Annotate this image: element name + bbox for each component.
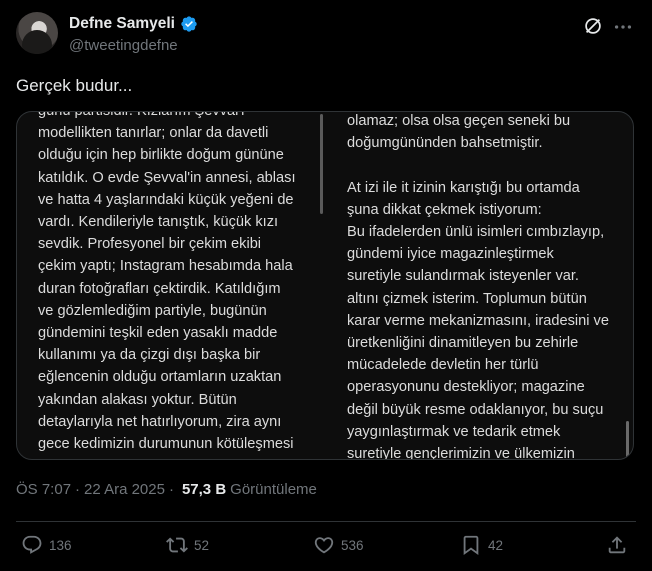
media-text-line: Bu ifadelerden ünlü isimleri cımbızlayıp…	[347, 224, 605, 240]
views-count[interactable]: 57,3 B	[182, 481, 226, 498]
media-text-line: olamaz; olsa olsa geçen seneki bu	[347, 113, 571, 129]
grok-icon[interactable]	[582, 15, 604, 37]
media-text-line: karar verme mekanizmasını, iradesini ve	[347, 312, 609, 329]
media-text-line: katıldık. O evde Şevval'in annesi, ablas…	[38, 169, 296, 186]
media-text-line: üretkenliğini dinamitleyen bu zehirle	[347, 335, 579, 352]
media-text-line: gündemini teşkil eden yasaklı madde	[38, 325, 278, 342]
tweet-text: Gerçek budur...	[16, 76, 133, 95]
media-text-line: vardı. Kendileriyle tanıştık, küçük kızı	[38, 214, 279, 231]
like-icon	[314, 537, 334, 554]
media-text-line: olduğu için hep birlikte doğum gününe	[38, 147, 284, 164]
media-text-line: gece kedimizin durumunun kötüleşmesi	[38, 436, 294, 453]
media-text-line: şuna dikkat çekmek istiyorum:	[347, 201, 542, 218]
media-text-line: yaygınlaştırmak ve tedarik etmek	[347, 423, 561, 440]
display-name[interactable]: Defne Samyeli	[69, 15, 175, 33]
media-text-line: detaylarıyla net hatırlıyorum, zira aynı	[38, 413, 282, 430]
reply-icon	[22, 535, 42, 554]
divider	[16, 521, 636, 522]
verified-badge-icon	[181, 16, 197, 32]
more-icon[interactable]	[612, 16, 634, 38]
share-button[interactable]	[606, 534, 628, 556]
media-text-line: kullanımı ya da çizgi dışı başka bir	[38, 347, 261, 364]
tweet-time[interactable]: ÖS 7:07	[16, 481, 71, 498]
media-text-line: eğlencenin olduğu ortamların uzaktan	[38, 369, 282, 386]
media-text-line: suretiyle gençlerimizin ve ülkemizin	[347, 446, 575, 460]
repost-count: 52	[194, 537, 210, 553]
tweet-header: Defne Samyeli @tweetingdefne	[16, 12, 636, 60]
media-text-line: operasyonunu destekliyor; magazine	[347, 379, 585, 396]
bookmark-button[interactable]: 42	[460, 534, 503, 556]
media-text-line: ve hatta 4 yaşlarındaki küçük yeğeni de	[38, 191, 294, 208]
repost-icon	[166, 537, 188, 553]
media-text-line: değil büyük resme odaklanıyor, bu suçu	[347, 401, 604, 418]
media-text-line: çekim yaptı; Instagram hesabımda hala	[38, 258, 293, 275]
media-right-column: olamaz; olsa olsa geçen seneki bu doğumgü…	[347, 112, 609, 460]
repost-button[interactable]: 52	[166, 534, 209, 556]
meta-separator: ·	[168, 481, 174, 498]
media-text-line: yakından alakası yoktur. Bütün	[38, 391, 237, 408]
media-text-line: At izi ile it izinin karıştığı bu ortamd…	[347, 179, 580, 196]
name-row: Defne Samyeli	[69, 15, 198, 33]
avatar[interactable]	[16, 12, 58, 54]
media-left-column: günü partisidir. Kızlarım Şevval'i modell…	[38, 111, 296, 455]
tweet-media-image[interactable]: günü partisidir. Kızlarım Şevval'i modell…	[16, 111, 634, 460]
like-button[interactable]: 536	[313, 534, 364, 556]
media-text-line: gündemi iyice magazinleştirmek	[347, 246, 554, 263]
bookmark-count: 42	[488, 537, 504, 553]
media-right-scrollbar	[626, 421, 629, 459]
action-bar: 136 52 536 42	[16, 530, 636, 564]
media-text-line: sevdik. Profesyonel bir çekim ekibi	[38, 236, 262, 253]
tweet-date[interactable]: 22 Ara 2025	[84, 481, 165, 498]
share-icon	[608, 536, 626, 554]
media-text-line: altını çizmek isterim. Toplumun bütün	[347, 290, 587, 307]
media-text-line: modellikten tanırlar; onlar da davetli	[38, 125, 269, 142]
like-count: 536	[341, 537, 364, 553]
reply-count: 136	[49, 537, 72, 553]
media-text-line: duran fotoğrafları çektirdik. Katıldığım	[38, 280, 281, 297]
media-text-line: doğumgününden bahsetmiştir.	[347, 135, 543, 152]
views-label: Görüntüleme	[230, 481, 317, 498]
media-text-line: ve gözlemlediğim partiyle, bugünün	[38, 302, 267, 319]
meta-separator: ·	[75, 481, 81, 498]
reply-button[interactable]: 136	[21, 534, 72, 556]
user-handle[interactable]: @tweetingdefne	[69, 37, 178, 54]
media-text-line: günü partisidir. Kızlarım Şevval'i	[38, 111, 245, 119]
tweet-meta: ÖS 7:07 · 22 Ara 2025 · 57,3 B Görüntüle…	[16, 481, 317, 498]
media-text-line	[347, 154, 609, 176]
media-text-line: mücadelede devletin her türlü	[347, 357, 539, 374]
media-text-line: suretiyle sulandırmak isteyenler var.	[347, 268, 579, 285]
bookmark-icon	[463, 535, 479, 556]
media-left-scrollbar	[320, 114, 323, 214]
